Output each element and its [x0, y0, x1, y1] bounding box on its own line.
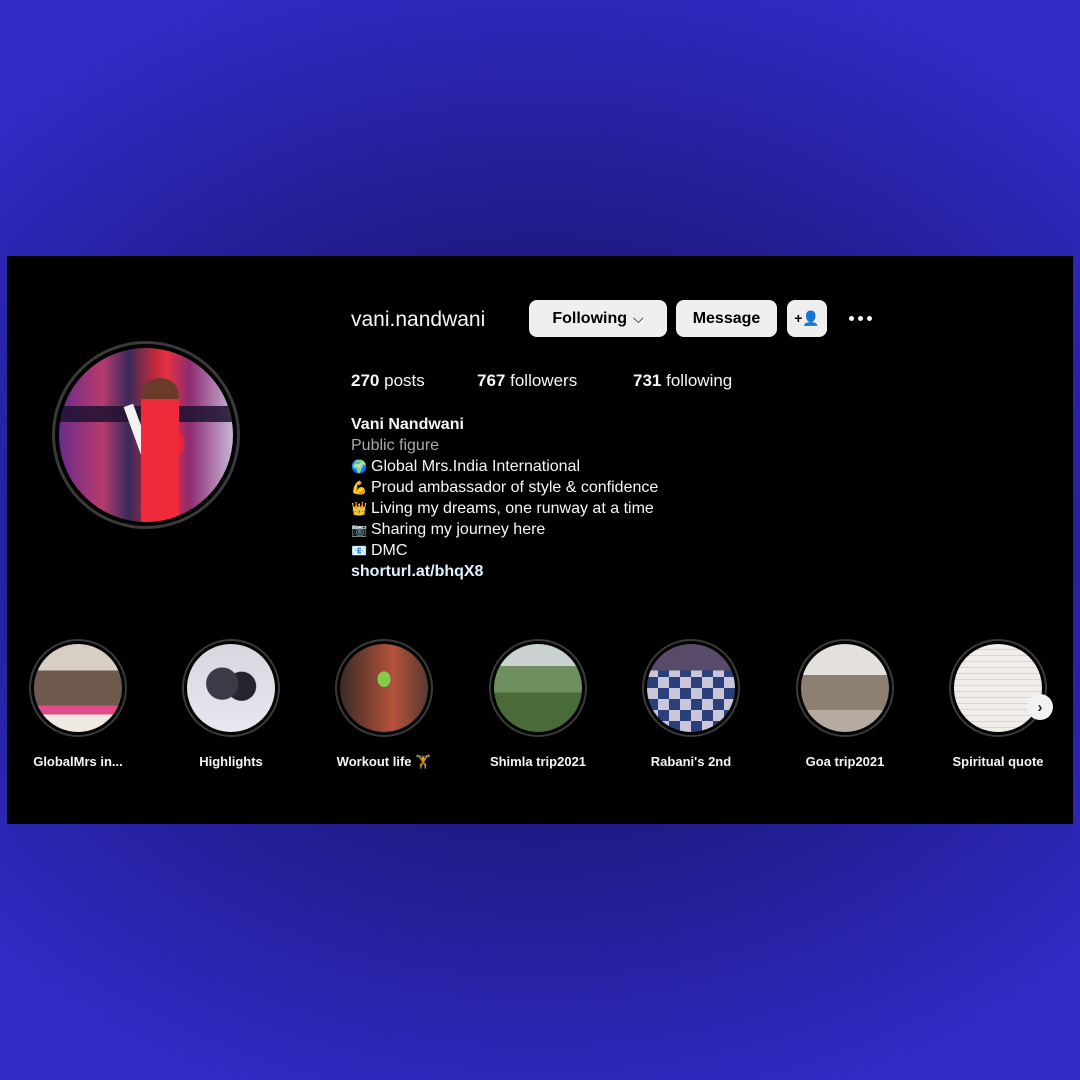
message-button[interactable]: Message — [676, 300, 777, 337]
crown-icon: 👑 — [351, 501, 368, 516]
flexed-biceps-icon: 💪 — [351, 480, 368, 495]
highlight-item[interactable]: Shimla trip2021 — [468, 639, 608, 769]
following-count: 731 — [633, 371, 662, 390]
highlight-cover — [801, 644, 889, 732]
following-button[interactable]: Following ⌵ — [529, 300, 667, 337]
chevron-right-icon[interactable]: › — [1027, 694, 1053, 720]
highlight-label: Goa trip2021 — [805, 754, 885, 769]
highlight-label: GlobalMrs in... — [33, 754, 123, 769]
display-name: Vani Nandwani — [351, 416, 464, 433]
highlight-label: Highlights — [199, 754, 263, 769]
highlight-cover — [34, 644, 122, 732]
highlight-label: Rabani's 2nd — [650, 754, 732, 769]
highlight-cover — [340, 644, 428, 732]
profile-avatar[interactable] — [52, 341, 240, 529]
category-label: Public figure — [351, 437, 440, 454]
bio-line: 💪 Proud ambassador of style & confidence — [351, 479, 659, 496]
highlight-cover — [954, 644, 1042, 732]
posts-stat: 270 posts — [351, 371, 425, 391]
highlight-label: Spiritual quote — [952, 754, 1044, 769]
camera-icon: 📷 — [351, 522, 368, 537]
highlight-item[interactable]: Workout life 🏋 — [314, 639, 454, 770]
globe-icon: 🌍 — [351, 459, 368, 474]
bio-line: 📷 Sharing my journey here — [351, 521, 546, 538]
highlight-item[interactable]: Goa trip2021 — [775, 639, 915, 769]
posts-label: posts — [384, 371, 425, 390]
highlight-cover — [494, 644, 582, 732]
highlight-label: Shimla trip2021 — [489, 754, 587, 769]
more-options-icon[interactable] — [843, 306, 877, 330]
email-icon: 📧 — [351, 543, 368, 558]
followers-label: followers — [510, 371, 578, 390]
story-highlights: GlobalMrs in... Highlights Workout life … — [7, 639, 1073, 779]
following-stat-label: following — [666, 371, 733, 390]
add-user-icon: +👤 — [794, 310, 820, 326]
bio-line: 📧 DMC — [351, 542, 408, 559]
suggest-users-button[interactable]: +👤 — [787, 300, 827, 337]
bio-link[interactable]: shorturl.at/bhqX8 — [351, 561, 658, 582]
avatar-image — [59, 348, 233, 522]
posts-count: 270 — [351, 371, 380, 390]
highlight-cover — [187, 644, 275, 732]
highlight-label: Workout life 🏋 — [336, 754, 432, 769]
bio-line: 🌍 Global Mrs.India International — [351, 458, 580, 475]
chevron-down-icon: ⌵ — [633, 310, 644, 326]
profile-panel: vani.nandwani Following ⌵ Message +👤 270… — [7, 256, 1073, 824]
following-button-label: Following — [552, 309, 628, 327]
username: vani.nandwani — [351, 308, 486, 331]
highlight-cover — [647, 644, 735, 732]
followers-stat[interactable]: 767 followers — [477, 371, 577, 391]
followers-count: 767 — [477, 371, 506, 390]
highlight-item[interactable]: Highlights — [161, 639, 301, 769]
following-stat[interactable]: 731 following — [633, 371, 732, 391]
bio-line: 👑 Living my dreams, one runway at a time — [351, 500, 654, 517]
highlight-item[interactable]: GlobalMrs in... — [8, 639, 148, 769]
profile-bio: Vani Nandwani Public figure 🌍 Global Mrs.… — [351, 414, 658, 582]
highlight-item[interactable]: Rabani's 2nd — [621, 639, 761, 769]
